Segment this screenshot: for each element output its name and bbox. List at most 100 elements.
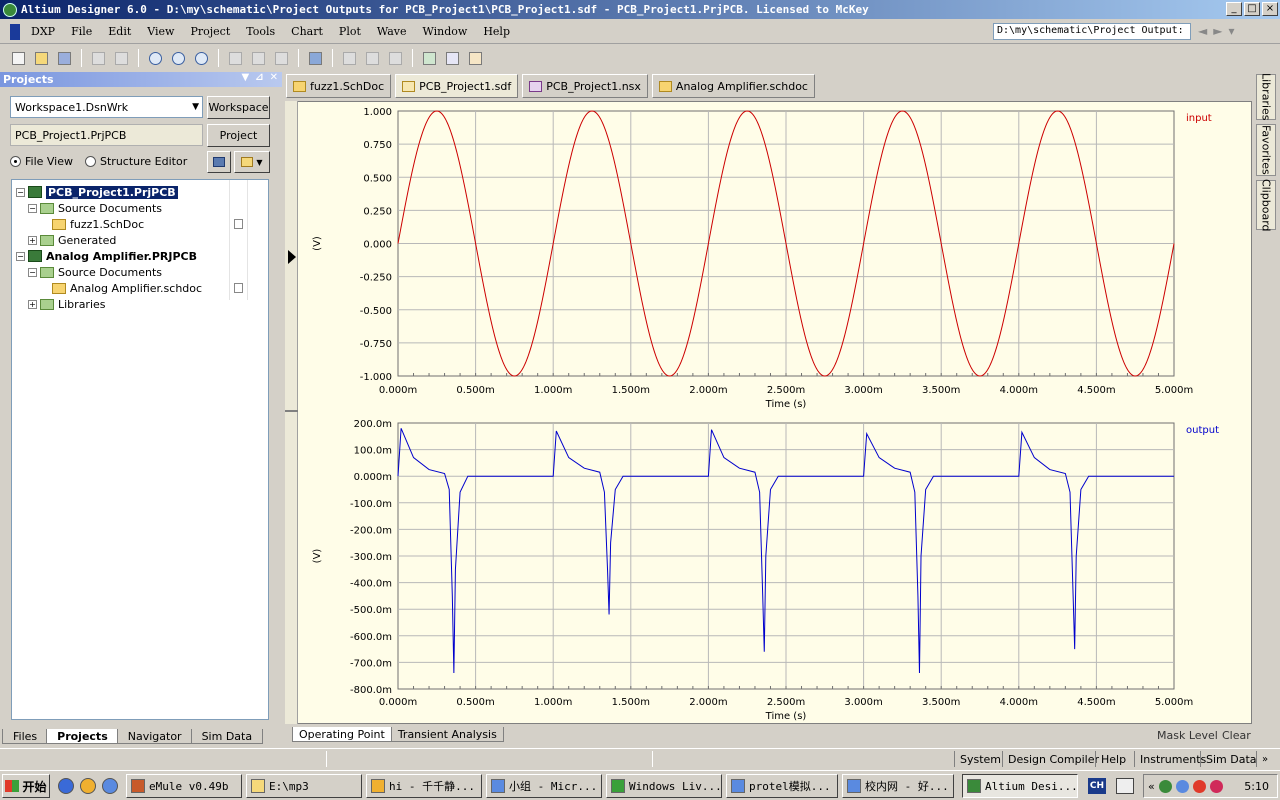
structure-editor-radio[interactable] [85,156,97,167]
tab-operating-point[interactable]: Operating Point [292,727,392,742]
zoom-fit-button[interactable] [191,48,212,68]
status-sim-data-button[interactable]: Sim Data [1200,751,1262,767]
new-chart-button[interactable] [465,48,486,68]
tree-item-libraries[interactable]: + Libraries [28,296,106,312]
doc-tab-pcb-project1-nsx[interactable]: PCB_Project1.nsx [522,74,648,98]
close-button[interactable]: × [1262,2,1278,16]
tray-antivirus-icon[interactable] [1192,779,1206,793]
tree-item-generated[interactable]: + Generated [28,232,116,248]
waveform-viewer[interactable] [285,101,1252,724]
forward-arrow-icon[interactable]: ► [1213,24,1222,38]
tray-expand-icon[interactable]: « [1148,780,1155,793]
task-windows-live[interactable]: Windows Liv... [606,774,722,798]
tab-navigator[interactable]: Navigator [116,729,193,744]
menu-chart[interactable]: Chart [283,25,331,38]
rail-tab-libraries[interactable]: Libraries [1256,73,1276,121]
clear-link[interactable]: Clear [1222,729,1251,742]
minimize-button[interactable]: _ [1226,2,1242,16]
menu-file[interactable]: File [63,25,100,38]
cut-button[interactable] [225,48,246,68]
print-preview-button[interactable] [111,48,132,68]
menu-dxp[interactable]: DXP [23,25,63,38]
panel-pin-icon[interactable]: ⊿ [255,72,263,83]
tray-messenger-icon[interactable] [1175,779,1189,793]
task-emule[interactable]: eMule v0.49b [126,774,242,798]
measure-button[interactable] [362,48,383,68]
tab-files[interactable]: Files [2,729,49,744]
browser-quicklaunch-icon[interactable] [102,778,118,794]
tab-transient-analysis[interactable]: Transient Analysis [390,727,504,742]
status-more-icon[interactable]: » [1256,751,1273,767]
rail-tab-favorites[interactable]: Favorites [1256,124,1276,176]
paste-button[interactable] [271,48,292,68]
keyboard-icon[interactable] [1116,778,1134,794]
plot-splitter[interactable] [285,410,298,412]
tree-item-analog-amplifier-schdoc[interactable]: Analog Amplifier.schdoc [52,280,202,296]
tab-projects[interactable]: Projects [46,729,119,744]
project-options-button[interactable]: ▼ [234,151,270,173]
task-xiaonei[interactable]: 校内网 - 好... [842,774,954,798]
menu-tools[interactable]: Tools [238,25,283,38]
tray-network-icon[interactable] [1158,779,1172,793]
save-button[interactable] [54,48,75,68]
path-combo[interactable]: D:\my\schematic\Project Output: [993,23,1191,40]
start-button[interactable]: 开始 [2,774,50,798]
menu-project[interactable]: Project [182,25,238,38]
language-indicator[interactable]: CH [1088,778,1106,794]
menu-window[interactable]: Window [415,25,476,38]
tree-item-pcb-project1[interactable]: − PCB_Project1.PrjPCB [16,184,178,200]
panel-menu-icon[interactable]: ▼ [242,72,250,83]
cursor-button[interactable] [385,48,406,68]
menu-wave[interactable]: Wave [369,25,415,38]
expand-icon[interactable]: + [28,299,37,309]
collapse-icon[interactable]: − [16,251,25,261]
doc-tab-pcb-project1-sdf[interactable]: PCB_Project1.sdf [395,74,519,98]
expand-icon[interactable]: + [28,235,37,245]
menu-help[interactable]: Help [475,25,518,38]
project-button[interactable]: Project [207,124,270,147]
maximize-button[interactable]: □ [1244,2,1260,16]
tree-item-source-documents-2[interactable]: − Source Documents [28,264,162,280]
file-view-radio[interactable] [10,156,21,167]
layers-button[interactable] [207,151,231,173]
doc-tab-fuzz1-schdoc[interactable]: fuzz1.SchDoc [286,74,392,98]
panel-close-icon[interactable]: ✕ [270,72,278,83]
collapse-icon[interactable]: − [28,203,37,213]
mask-level-link[interactable]: Mask Level [1157,729,1218,742]
project-field[interactable]: PCB_Project1.PrjPCB [10,124,203,146]
back-arrow-icon[interactable]: ◄ [1198,24,1207,38]
add-wave-button[interactable] [339,48,360,68]
zoom-in-button[interactable] [145,48,166,68]
new-doc-button[interactable] [8,48,29,68]
tree-item-fuzz1-schdoc[interactable]: fuzz1.SchDoc [52,216,144,232]
status-system-button[interactable]: System [954,751,1006,767]
menu-plot[interactable]: Plot [331,25,369,38]
tab-sim-data[interactable]: Sim Data [190,729,264,744]
ie-quicklaunch-icon[interactable] [58,778,74,794]
rail-tab-clipboard[interactable]: Clipboard [1256,179,1276,231]
task-explorer-mp3[interactable]: E:\mp3 [246,774,362,798]
copy-button[interactable] [248,48,269,68]
add-plot-button[interactable] [419,48,440,68]
doc-tab-analog-amplifier-schdoc[interactable]: Analog Amplifier.schdoc [651,74,815,98]
chart-options-button[interactable] [442,48,463,68]
nav-menu-icon[interactable]: ▾ [1228,24,1234,38]
menu-view[interactable]: View [139,25,182,38]
menu-edit[interactable]: Edit [100,25,139,38]
qq-quicklaunch-icon[interactable] [80,778,96,794]
status-help-button[interactable]: Help [1095,751,1131,767]
collapse-icon[interactable]: − [16,187,25,197]
workspace-combo[interactable]: Workspace1.DsnWrk ▼ [10,96,203,118]
open-button[interactable] [31,48,52,68]
print-button[interactable] [88,48,109,68]
stop-button[interactable] [305,48,326,68]
tray-app-icon[interactable] [1209,779,1223,793]
workspace-button[interactable]: Workspace [207,96,270,119]
status-design-compiler-button[interactable]: Design Compiler [1002,751,1104,767]
tree-item-source-documents[interactable]: − Source Documents [28,200,162,216]
task-altium[interactable]: Altium Desi... [962,774,1078,798]
task-ttplayer[interactable]: hi - 千千静... [366,774,482,798]
zoom-out-button[interactable] [168,48,189,68]
task-browser-group[interactable]: 小组 - Micr... [486,774,602,798]
collapse-icon[interactable]: − [28,267,37,277]
